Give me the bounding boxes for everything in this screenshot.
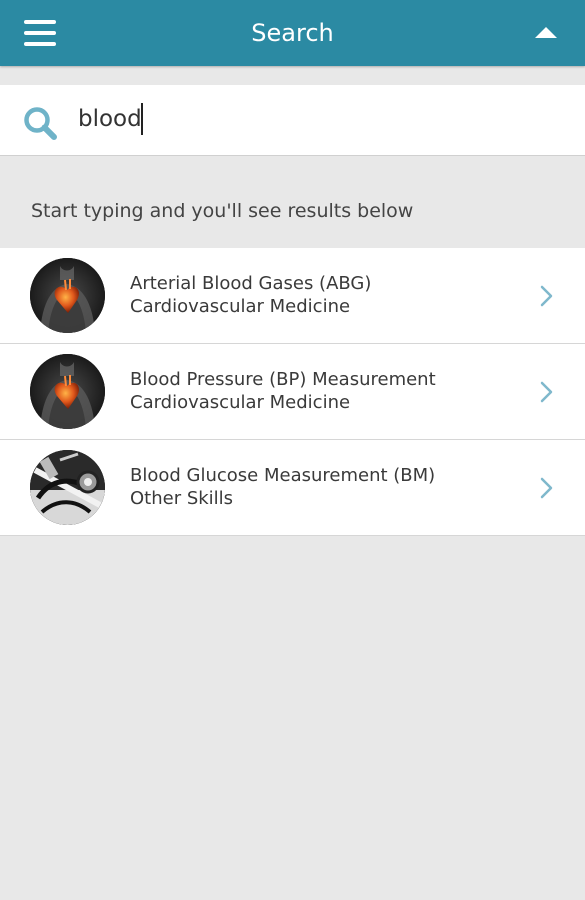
page-title: Search: [251, 19, 334, 47]
chevron-right-icon: [540, 285, 553, 307]
chevron-right-icon: [540, 381, 553, 403]
result-category: Cardiovascular Medicine: [130, 296, 351, 317]
result-category: Cardiovascular Medicine: [130, 392, 351, 413]
result-category: Other Skills: [130, 488, 234, 509]
result-title: Blood Pressure (BP) Measurement: [130, 369, 436, 390]
heart-thumbnail-icon: [30, 354, 105, 429]
stethoscope-thumbnail-icon: [30, 450, 105, 525]
triangle-up-icon[interactable]: [535, 27, 557, 38]
result-title: Blood Glucose Measurement (BM): [130, 465, 436, 486]
app-header: Search: [0, 0, 585, 66]
search-icon: [24, 107, 57, 140]
list-item[interactable]: Blood Glucose Measurement (BM) Other Ski…: [0, 440, 585, 536]
search-hint: Start typing and you'll see results belo…: [31, 200, 414, 222]
chevron-right-icon: [540, 477, 553, 499]
search-bar: [0, 85, 585, 156]
search-input[interactable]: [78, 99, 558, 139]
heart-thumbnail-icon: [30, 258, 105, 333]
result-title: Arterial Blood Gases (ABG): [130, 273, 372, 294]
list-item[interactable]: Blood Pressure (BP) Measurement Cardiova…: [0, 344, 585, 440]
text-cursor: [141, 103, 143, 135]
results-list: Arterial Blood Gases (ABG) Cardiovascula…: [0, 248, 585, 536]
list-item[interactable]: Arterial Blood Gases (ABG) Cardiovascula…: [0, 248, 585, 344]
